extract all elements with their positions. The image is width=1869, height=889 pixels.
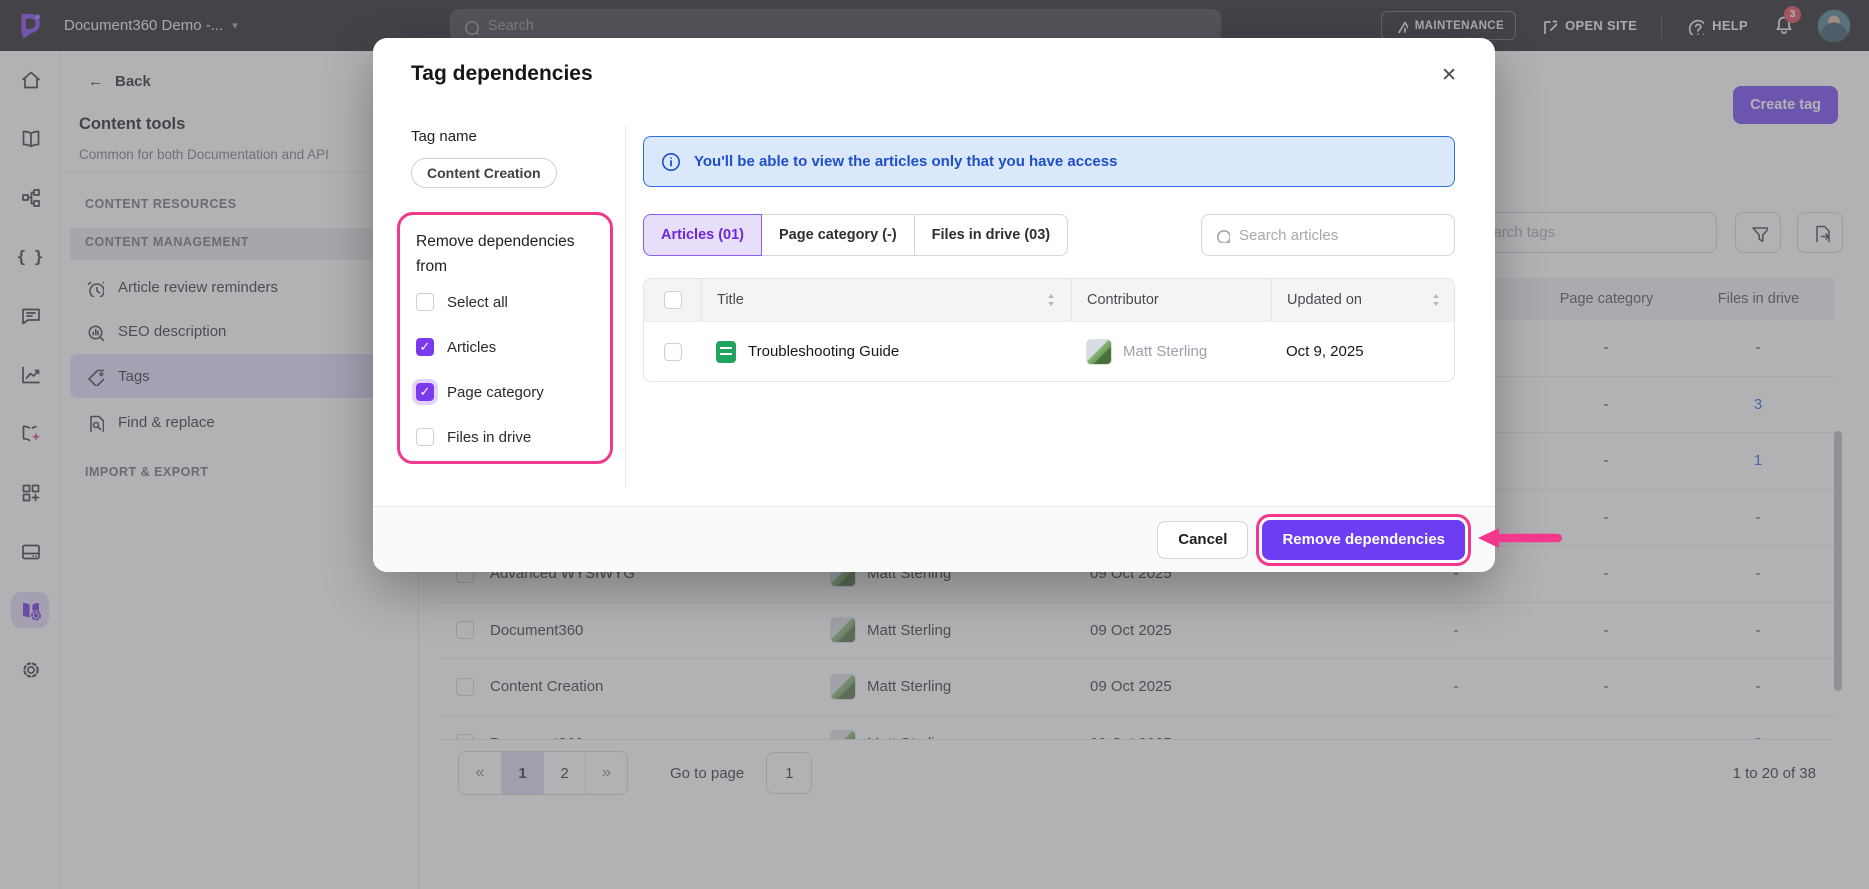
article-updated-cell: Oct 9, 2025: [1286, 343, 1364, 360]
updated-on-header-cell[interactable]: Updated on: [1271, 279, 1454, 321]
article-contributor-cell: Matt Sterling: [1071, 338, 1271, 365]
cancel-button[interactable]: Cancel: [1157, 520, 1249, 559]
contributor-header-cell[interactable]: Contributor: [1071, 279, 1271, 321]
tab-page-category[interactable]: Page category (-): [762, 214, 915, 256]
contributor-avatar: [1086, 338, 1112, 365]
remove-dependencies-button[interactable]: Remove dependencies: [1256, 513, 1471, 566]
modal-vertical-divider: [625, 126, 626, 488]
checkbox-page-category[interactable]: Page category: [416, 383, 544, 401]
page-category-checkbox[interactable]: [416, 383, 434, 401]
articles-table-header: Title Contributor Updated on: [644, 279, 1454, 321]
search-articles-input[interactable]: Search articles: [1201, 214, 1455, 256]
article-icon: [716, 340, 736, 363]
modal-footer: Cancel Remove dependencies: [373, 506, 1495, 572]
annotation-arrow: [1478, 528, 1562, 548]
checkbox-files-in-drive[interactable]: Files in drive: [416, 428, 531, 446]
article-row: Troubleshooting Guide Matt Sterling Oct …: [644, 321, 1454, 381]
info-banner: You'll be able to view the articles only…: [643, 136, 1455, 187]
checkbox-select-all[interactable]: Select all: [416, 293, 508, 311]
article-title-cell: Troubleshooting Guide: [701, 340, 1071, 363]
sort-icon: [1433, 294, 1439, 306]
search-icon: [1216, 229, 1230, 243]
tab-articles[interactable]: Articles (01): [643, 214, 763, 256]
search-articles-placeholder: Search articles: [1239, 226, 1339, 244]
tag-dependencies-modal: Tag dependencies ✕ Tag name Content Crea…: [373, 38, 1495, 572]
dependency-tabs: Articles (01) Page category (-) Files in…: [643, 214, 1069, 256]
articles-table: Title Contributor Updated on Troubleshoo…: [643, 278, 1455, 382]
tag-name-pill: Content Creation: [411, 158, 557, 188]
info-icon: [662, 152, 680, 171]
modal-title: Tag dependencies: [411, 62, 593, 85]
sort-icon: [1048, 294, 1054, 306]
info-banner-text: You'll be able to view the articles only…: [694, 153, 1118, 170]
tab-files-in-drive[interactable]: Files in drive (03): [914, 214, 1069, 256]
article-checkbox[interactable]: [663, 342, 682, 361]
title-header-cell[interactable]: Title: [701, 279, 1071, 321]
articles-checkbox[interactable]: [416, 338, 434, 356]
select-all-checkbox[interactable]: [416, 293, 434, 311]
checkbox-articles[interactable]: Articles: [416, 338, 496, 356]
tag-name-label: Tag name: [411, 128, 477, 145]
remove-dependencies-panel: Remove dependencies from Select all Arti…: [397, 212, 613, 464]
select-all-cell[interactable]: [644, 279, 701, 321]
files-in-drive-checkbox[interactable]: [416, 428, 434, 446]
close-icon[interactable]: ✕: [1441, 64, 1457, 87]
remove-panel-title: Remove dependencies from: [416, 233, 575, 275]
